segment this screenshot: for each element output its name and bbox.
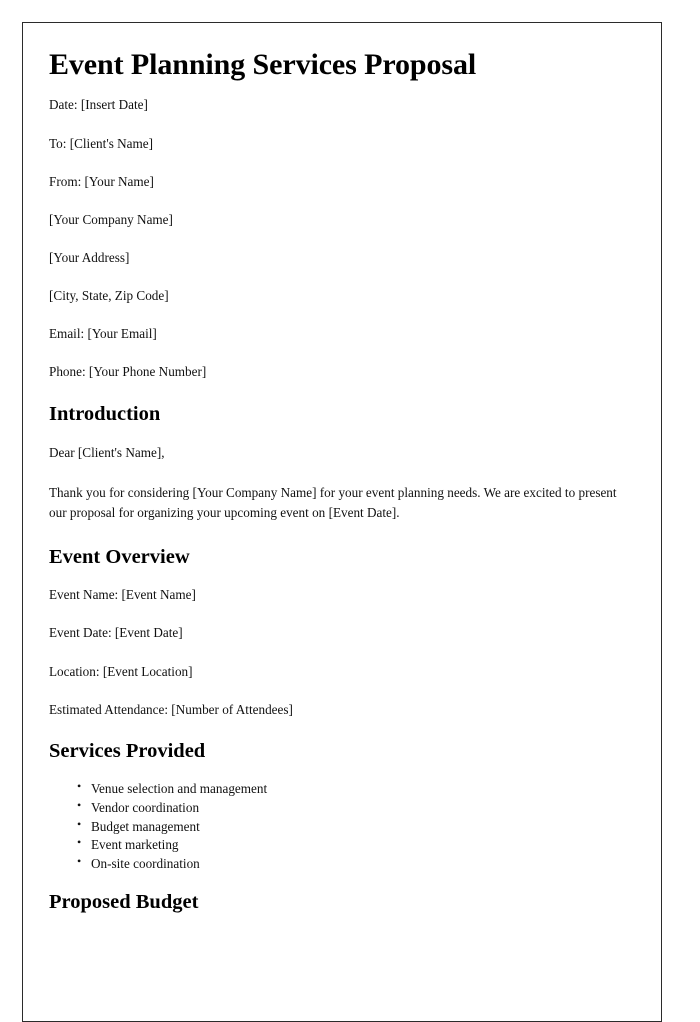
list-item: Event marketing (77, 835, 635, 854)
document-page: Event Planning Services Proposal Date: [… (22, 22, 662, 1022)
event-overview-location: Location: [Event Location] (49, 663, 193, 679)
header-line-to: To: [Client's Name] (49, 135, 153, 151)
list-item: Budget management (77, 817, 635, 836)
header-line-address: [Your Address] (49, 250, 130, 266)
services-provided-list: Venue selection and management Vendor co… (49, 779, 635, 873)
document-body: Event Planning Services Proposal Date: [… (23, 23, 661, 915)
section-heading-proposed-budget: Proposed Budget (49, 891, 199, 914)
list-item: On-site coordination (77, 854, 635, 873)
header-line-phone: Phone: [Your Phone Number] (49, 364, 207, 380)
introduction-salutation: Dear [Client's Name], (49, 445, 165, 461)
section-heading-event-overview: Event Overview (49, 545, 190, 568)
header-line-date: Date: [Insert Date] (49, 97, 148, 113)
header-line-company: [Your Company Name] (49, 211, 173, 227)
page-title: Event Planning Services Proposal (49, 48, 477, 81)
event-overview-date: Event Date: [Event Date] (49, 625, 183, 641)
list-item: Venue selection and management (77, 779, 635, 798)
event-overview-attendance: Estimated Attendance: [Number of Attende… (49, 701, 293, 717)
list-item: Vendor coordination (77, 798, 635, 817)
introduction-paragraph: Thank you for considering [Your Company … (49, 484, 617, 521)
header-line-city: [City, State, Zip Code] (49, 288, 169, 304)
event-overview-name: Event Name: [Event Name] (49, 587, 196, 603)
header-line-email: Email: [Your Email] (49, 326, 157, 342)
section-heading-introduction: Introduction (49, 402, 161, 425)
header-contact-block: Date: [Insert Date] To: [Client's Name] … (49, 96, 635, 380)
header-line-from: From: [Your Name] (49, 173, 154, 189)
section-heading-services-provided: Services Provided (49, 739, 206, 762)
